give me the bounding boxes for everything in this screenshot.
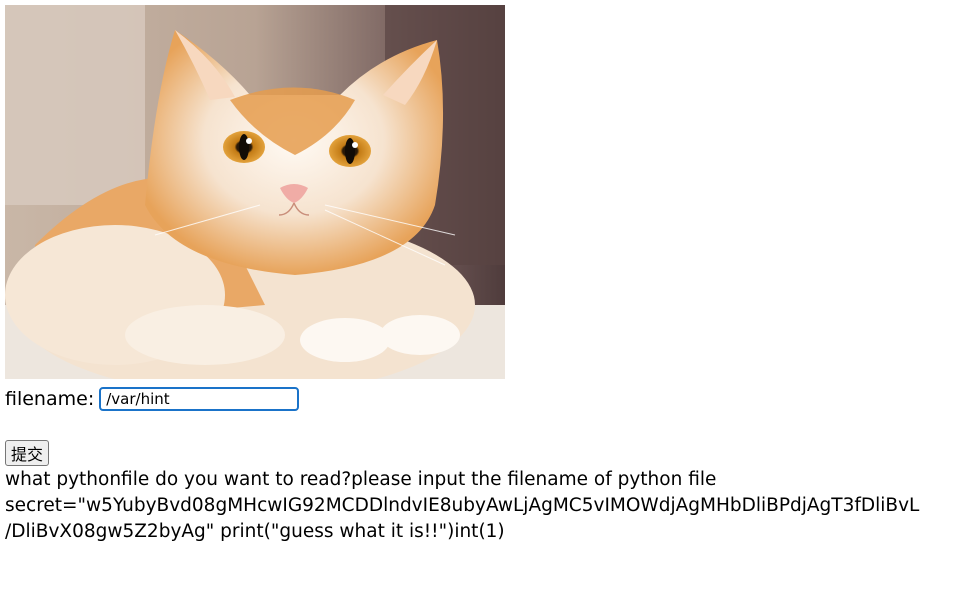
submit-button[interactable]: 提交 <box>5 440 50 466</box>
filename-input[interactable] <box>99 387 300 411</box>
filename-row: filename: <box>5 384 300 414</box>
cat-image-icon <box>5 5 505 379</box>
output-text: what pythonfile do you want to read?plea… <box>5 467 971 545</box>
secret-text-continued: /DliBvX08gw5Z2byAg" print("guess what it… <box>5 521 505 542</box>
cat-photo <box>5 5 505 379</box>
secret-text: secret="w5YubyBvd08gMHcwIG92MCDDlndvIE8u… <box>5 495 920 516</box>
filename-label: filename: <box>5 388 95 410</box>
prompt-text: what pythonfile do you want to read?plea… <box>5 469 717 490</box>
